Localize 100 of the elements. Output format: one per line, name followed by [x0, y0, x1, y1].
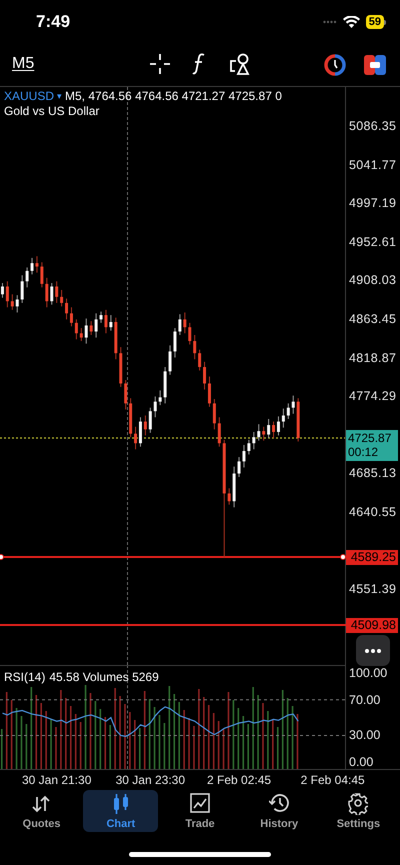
battery-level: 59 [366, 15, 384, 29]
candlestick [20, 274, 24, 304]
price-tick: 4685.13 [349, 466, 396, 480]
candlestick [183, 312, 186, 334]
candlestick [257, 424, 260, 442]
candlestick [144, 415, 147, 436]
function-icon[interactable] [192, 53, 206, 75]
price-tick: 4774.29 [349, 389, 396, 404]
candlestick [90, 320, 93, 336]
candlestick [94, 312, 98, 338]
price-tick: 4818.87 [349, 350, 396, 365]
price-tick: 4997.19 [349, 196, 396, 210]
symbol-link[interactable]: XAUUSD [4, 89, 54, 104]
indicator-values: 45.58 Volumes 5269 [49, 669, 159, 686]
candlestick [134, 426, 138, 450]
rsi-tick: 30.00 [349, 728, 380, 742]
candlestick [168, 344, 172, 376]
candlestick [218, 416, 221, 448]
candlestick [228, 488, 231, 506]
candlestick [242, 444, 246, 468]
candlestick [50, 282, 54, 306]
rsi-tick: 70.00 [349, 692, 380, 707]
candlestick [208, 376, 211, 408]
candlestick [178, 314, 182, 336]
level-handle[interactable] [340, 554, 346, 560]
candlestick [292, 395, 295, 414]
price-tick: 4551.39 [349, 582, 396, 596]
settings-icon [348, 792, 368, 814]
candlestick [65, 298, 68, 320]
candlestick [238, 456, 241, 478]
candlestick [193, 334, 196, 360]
candlestick [124, 380, 128, 410]
signal-icon [322, 20, 337, 24]
level-price: 4509.98 [346, 618, 398, 633]
candlestick [173, 328, 176, 358]
time-tick: 30 Jan 21:30 [22, 773, 92, 787]
price-tick: 4640.55 [349, 505, 396, 520]
current-price: 4725.87 [348, 431, 392, 445]
dropdown-caret[interactable]: ▾ [57, 89, 62, 104]
candlestick [286, 402, 290, 420]
ohlc-values: M5, 4764.56 4764.56 4721.27 4725.87 0 [65, 89, 282, 104]
candlestick [70, 306, 73, 327]
price-tick: 4952.61 [349, 234, 396, 249]
wifi-icon [342, 16, 360, 28]
tab[interactable]: Quotes [4, 790, 80, 832]
indicator-name: RSI(14) [4, 669, 46, 686]
candlestick [276, 416, 280, 436]
candlestick [109, 314, 112, 332]
time-tick: 30 Jan 23:30 [116, 773, 186, 787]
candlestick [74, 318, 78, 340]
rsi-tick: 100.00 [349, 666, 388, 680]
candlestick [262, 426, 266, 442]
candlestick [40, 262, 44, 288]
candlestick [16, 294, 19, 313]
candlestick [188, 322, 192, 346]
history-icon [269, 792, 290, 814]
status-time: 7:49 [36, 11, 70, 34]
candlestick [203, 361, 206, 390]
more-button[interactable] [356, 635, 390, 666]
price-tick: 5086.35 [349, 119, 396, 133]
candlestick [60, 289, 64, 307]
rsi-tick: 0.00 [349, 755, 374, 770]
candlestick [26, 266, 29, 288]
time-tick: 2 Feb 02:45 [207, 773, 272, 787]
candlestick [272, 421, 276, 439]
timeframe-button[interactable]: M5 [12, 52, 34, 76]
bar-countdown: 00:12 [348, 445, 380, 459]
candlestick [55, 280, 58, 304]
candlestick [10, 294, 14, 310]
candlestick [212, 398, 216, 430]
candlestick [104, 309, 108, 334]
line-chart-icon [190, 792, 210, 814]
shapes-icon[interactable] [230, 53, 252, 75]
tab[interactable]: Settings [320, 790, 396, 832]
crosshair-icon[interactable] [150, 54, 170, 74]
candlestick [35, 256, 38, 274]
candlestick [148, 407, 152, 434]
candlestick [247, 439, 250, 455]
account-icon[interactable] [364, 55, 386, 75]
price-tick: 4908.03 [349, 273, 396, 288]
more-icon [365, 648, 381, 652]
level-price: 4589.25 [346, 550, 398, 565]
candlestick [45, 277, 48, 308]
symbol-description: Gold vs US Dollar [4, 104, 100, 119]
tab[interactable]: History [242, 790, 317, 832]
time-tick: 2 Feb 04:45 [300, 773, 365, 787]
candlestick [267, 418, 270, 439]
candlestick [6, 280, 9, 308]
clock-icon[interactable] [324, 54, 346, 76]
candlestick [252, 431, 256, 450]
tab[interactable]: Chart [83, 790, 158, 832]
candlestick [0, 282, 4, 298]
candlestick [282, 408, 285, 428]
candlestick [198, 349, 202, 371]
candlestick [80, 328, 83, 342]
candlestick [138, 416, 142, 448]
candlestick [100, 311, 103, 324]
candlestick [30, 257, 34, 275]
price-tick: 4863.45 [349, 312, 396, 326]
tab[interactable]: Trade [162, 790, 238, 832]
